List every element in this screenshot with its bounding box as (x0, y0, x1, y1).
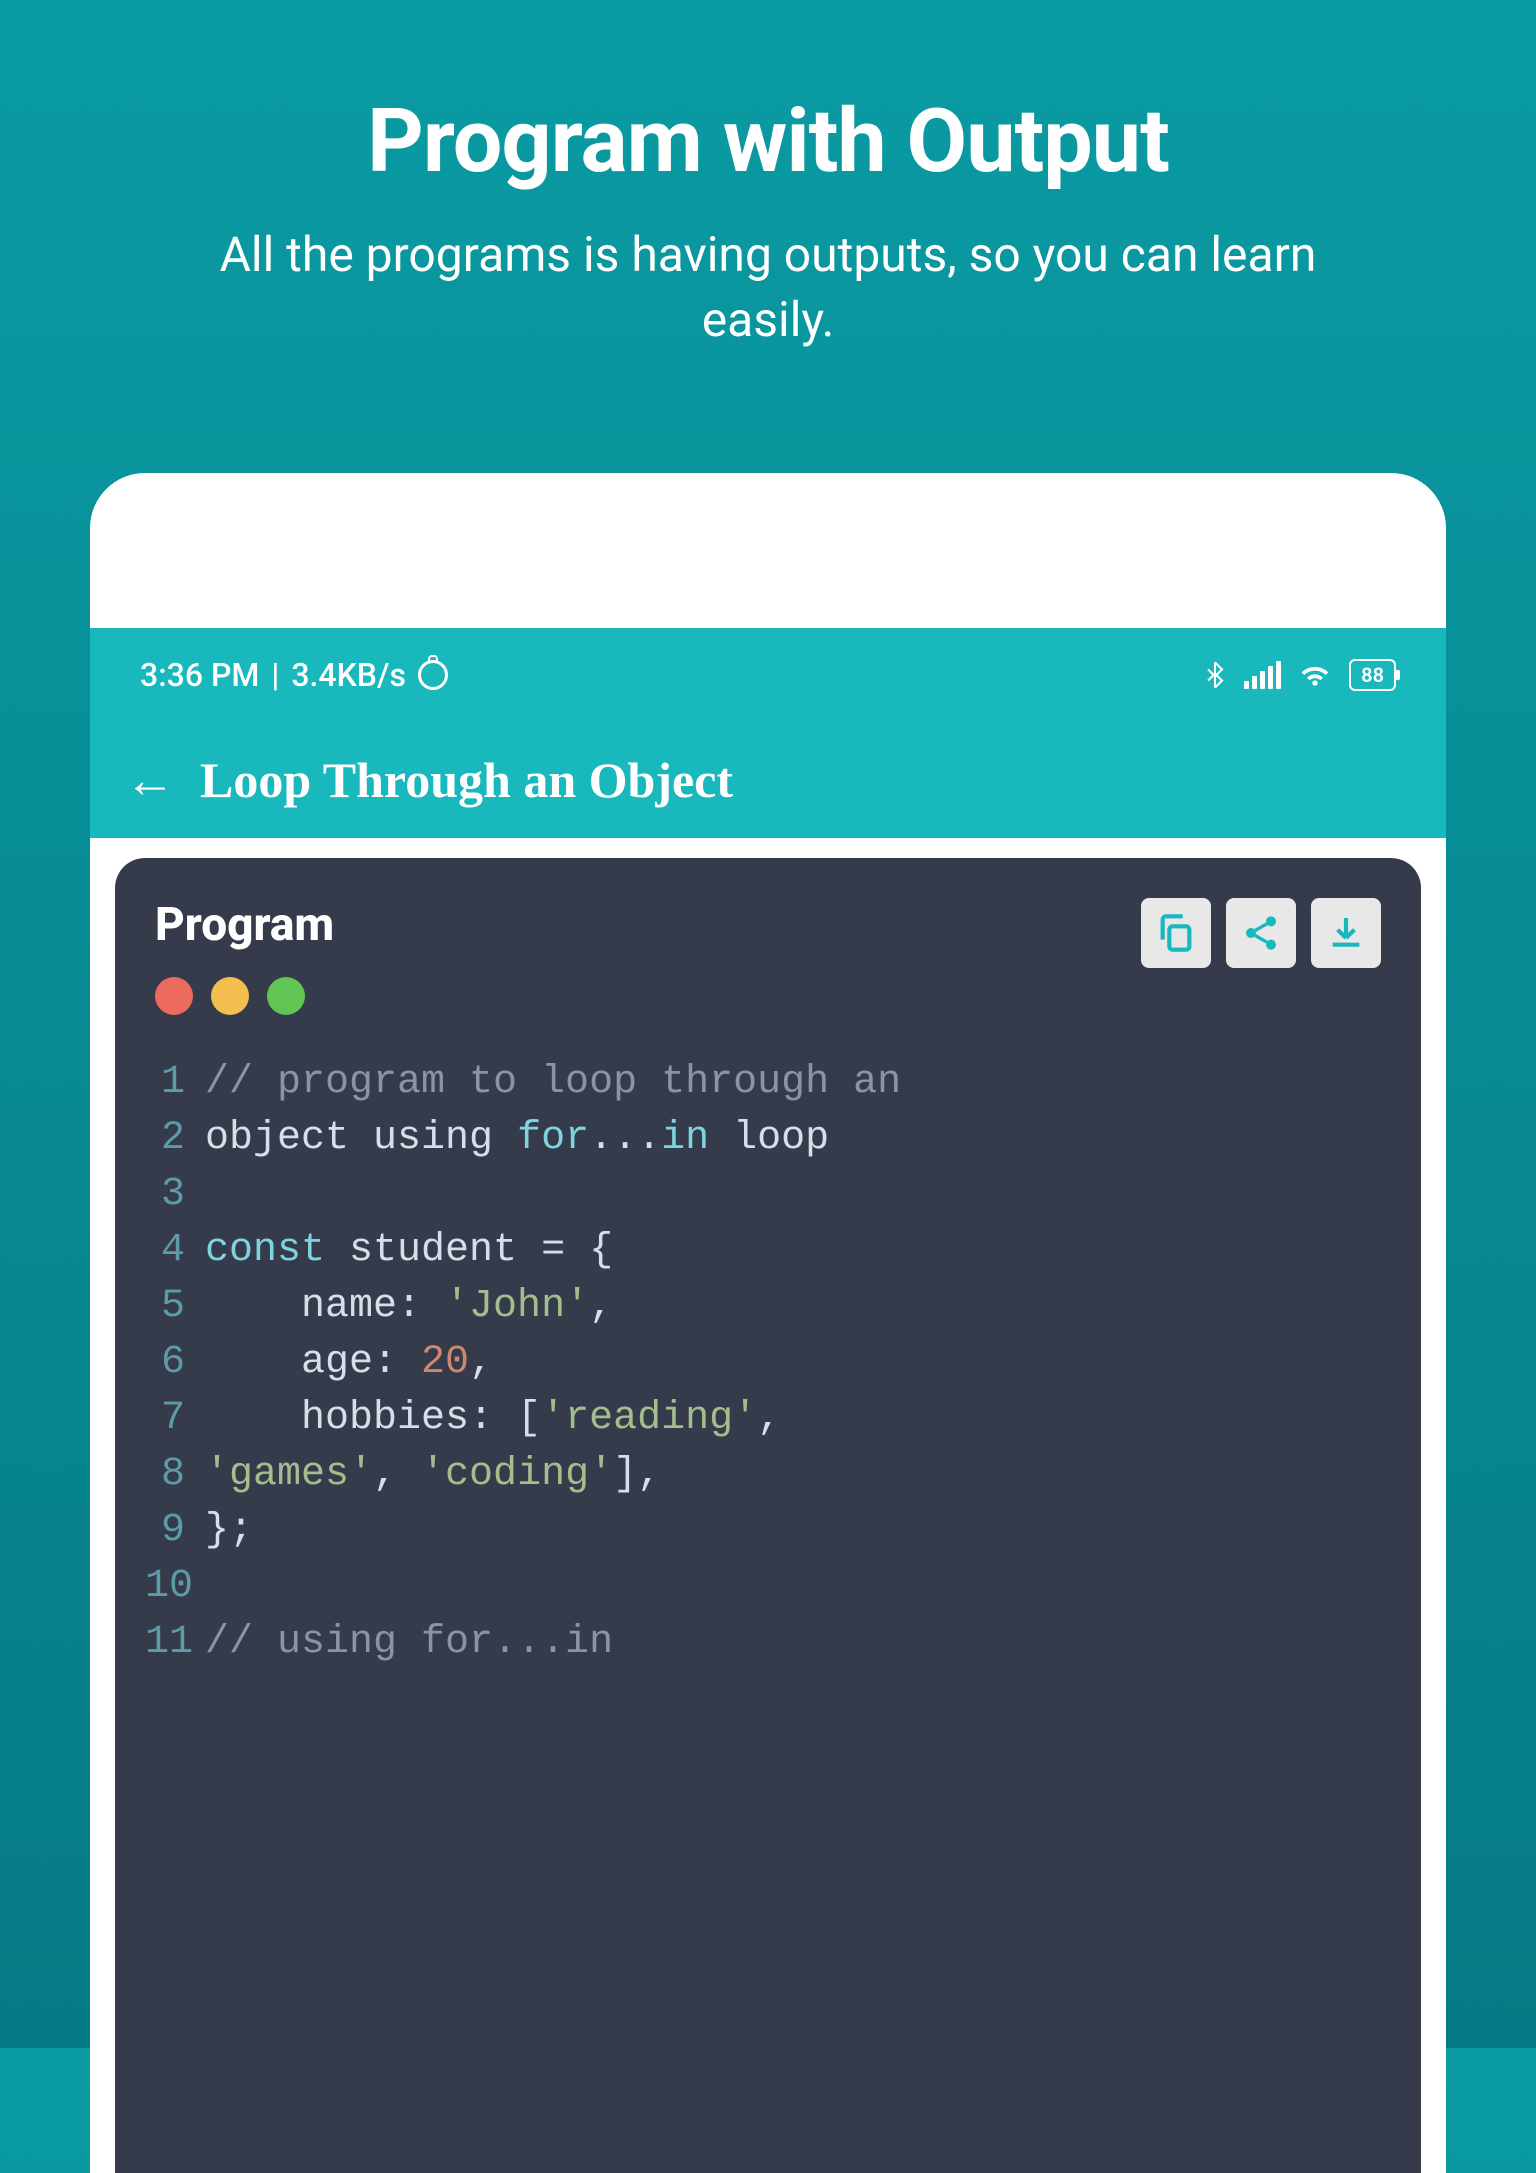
code-line: 11// using for...in (145, 1615, 1391, 1671)
line-number: 4 (145, 1223, 205, 1279)
code-content: 1// program to loop through an2object us… (115, 1045, 1421, 1671)
code-container: Program 1// program to loo (115, 858, 1421, 2173)
status-separator: | (271, 656, 279, 694)
line-number: 5 (145, 1279, 205, 1335)
line-content: // program to loop through an (205, 1055, 901, 1111)
status-time: 3:36 PM (140, 656, 259, 694)
line-number: 6 (145, 1335, 205, 1391)
battery-icon: 88 (1349, 659, 1396, 691)
yellow-dot-icon (211, 977, 249, 1015)
line-content: object using for...in loop (205, 1111, 829, 1167)
copy-icon (1156, 913, 1196, 953)
line-content: // using for...in (205, 1615, 613, 1671)
page-title: Program with Output (0, 0, 1536, 193)
device-frame: 3:36 PM | 3.4KB/s 88 ← Loop Through an O… (90, 473, 1446, 2173)
status-left: 3:36 PM | 3.4KB/s (140, 656, 448, 694)
download-button[interactable] (1311, 898, 1381, 968)
code-line: 2object using for...in loop (145, 1111, 1391, 1167)
line-number: 3 (145, 1167, 205, 1223)
share-icon (1241, 913, 1281, 953)
line-number: 2 (145, 1111, 205, 1167)
status-right: 88 (1204, 659, 1396, 691)
green-dot-icon (267, 977, 305, 1015)
wifi-icon (1299, 659, 1331, 691)
code-line: 8'games', 'coding'], (145, 1447, 1391, 1503)
code-line: 1// program to loop through an (145, 1055, 1391, 1111)
code-line: 9}; (145, 1503, 1391, 1559)
share-button[interactable] (1226, 898, 1296, 968)
traffic-lights (155, 977, 334, 1015)
line-content: }; (205, 1503, 253, 1559)
code-header: Program (115, 898, 1421, 1045)
status-bar: 3:36 PM | 3.4KB/s 88 (90, 628, 1446, 723)
code-line: 6 age: 20, (145, 1335, 1391, 1391)
action-buttons (1141, 898, 1381, 968)
line-number: 10 (145, 1559, 205, 1615)
code-line: 10 (145, 1559, 1391, 1615)
line-number: 1 (145, 1055, 205, 1111)
line-number: 7 (145, 1391, 205, 1447)
line-content: age: 20, (205, 1335, 493, 1391)
red-dot-icon (155, 977, 193, 1015)
code-line: 7 hobbies: ['reading', (145, 1391, 1391, 1447)
app-header: ← Loop Through an Object (90, 723, 1446, 838)
line-number: 9 (145, 1503, 205, 1559)
program-label: Program (155, 898, 334, 952)
line-content: const student = { (205, 1223, 613, 1279)
line-content: hobbies: ['reading', (205, 1391, 781, 1447)
code-line: 5 name: 'John', (145, 1279, 1391, 1335)
download-icon (1326, 913, 1366, 953)
signal-icon (1244, 661, 1281, 689)
status-speed: 3.4KB/s (291, 656, 406, 694)
alarm-icon (418, 660, 448, 690)
header-title: Loop Through an Object (200, 751, 733, 809)
line-content: name: 'John', (205, 1279, 613, 1335)
line-number: 11 (145, 1615, 205, 1671)
code-line: 4const student = { (145, 1223, 1391, 1279)
copy-button[interactable] (1141, 898, 1211, 968)
line-number: 8 (145, 1447, 205, 1503)
code-line: 3 (145, 1167, 1391, 1223)
page-subtitle: All the programs is having outputs, so y… (0, 193, 1536, 353)
line-content: 'games', 'coding'], (205, 1447, 661, 1503)
back-button[interactable]: ← (125, 751, 175, 810)
bluetooth-icon (1204, 661, 1226, 689)
